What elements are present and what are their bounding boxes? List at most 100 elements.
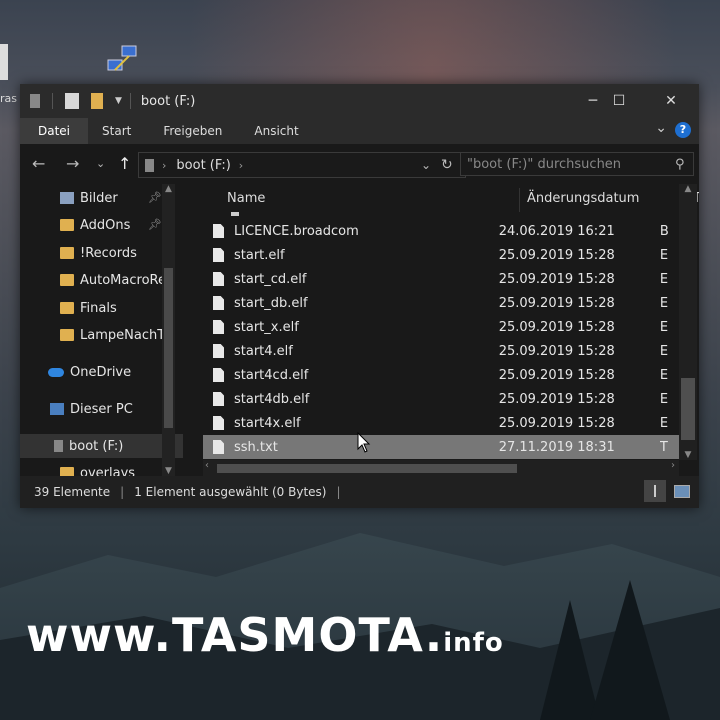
forward-icon[interactable]: → — [66, 154, 79, 173]
file-date: 25.09.2019 15:28 — [498, 415, 615, 431]
pin-icon[interactable]: 📌︎ — [148, 218, 162, 231]
close-button[interactable]: ✕ — [648, 84, 694, 118]
search-icon[interactable]: ⚲ — [675, 157, 685, 172]
table-row[interactable]: start.elf 25.09.2019 15:28 E — [203, 243, 679, 267]
folder-icon — [60, 219, 74, 231]
nav-scroll-up-icon[interactable]: ▲ — [162, 184, 175, 194]
vertical-scrollbar[interactable]: ▲ ▼ — [679, 184, 697, 460]
properties-icon[interactable] — [65, 93, 79, 109]
file-date: 25.09.2019 15:28 — [498, 391, 615, 407]
table-row[interactable]: start4db.elf 25.09.2019 15:28 E — [203, 387, 679, 411]
breadcrumb-chevron-icon[interactable]: › — [162, 159, 166, 172]
file-icon — [213, 320, 224, 334]
quick-access-separator — [52, 93, 53, 109]
table-row[interactable]: start_db.elf 25.09.2019 15:28 E — [203, 291, 679, 315]
file-icon — [213, 296, 224, 310]
tab-ansicht[interactable]: Ansicht — [236, 118, 312, 144]
maximize-button[interactable]: ☐ — [596, 84, 642, 118]
address-bar[interactable]: › boot (F:) › ⌄ ↻ — [138, 152, 466, 178]
nav-item-automacrorec[interactable]: AutoMacroRec — [60, 268, 170, 292]
folder-icon — [60, 247, 74, 259]
table-row-selected[interactable]: ssh.txt 27.11.2019 18:31 T — [203, 435, 679, 459]
file-icon — [213, 392, 224, 406]
nav-item-label: OneDrive — [70, 364, 132, 380]
file-list: ^ Name Änderungsdatum T LICENCE.broadcom… — [183, 184, 699, 476]
desktop-icon-label: ras — [0, 92, 17, 105]
address-dropdown-icon[interactable]: ⌄ — [421, 158, 431, 172]
nav-scroll-thumb[interactable] — [164, 268, 173, 428]
file-type: E — [659, 391, 669, 407]
recent-locations-icon[interactable]: ⌄ — [96, 157, 105, 170]
explorer-window[interactable]: ▼ boot (F:) ─ ☐ ✕ Datei Start Freigeben … — [20, 84, 699, 508]
breadcrumb-boot[interactable]: boot (F:) — [176, 158, 230, 173]
nav-item-boot[interactable]: boot (F:) — [20, 434, 183, 458]
file-name: LICENCE.broadcom — [234, 223, 359, 239]
file-icon — [213, 368, 224, 382]
nav-scroll-down-icon[interactable]: ▼ — [162, 466, 175, 476]
horizontal-scrollbar[interactable]: ‹ › — [203, 460, 679, 476]
scroll-down-icon[interactable]: ▼ — [679, 450, 697, 460]
table-row[interactable]: start4x.elf 25.09.2019 15:28 E — [203, 411, 679, 435]
pin-icon[interactable]: 📌︎ — [148, 191, 162, 204]
customize-toolbar-icon[interactable]: ▼ — [115, 96, 122, 106]
desktop-network-icon[interactable] — [100, 44, 140, 84]
file-type: B — [659, 223, 669, 239]
file-date: 25.09.2019 15:28 — [498, 319, 615, 335]
scroll-left-icon[interactable]: ‹ — [205, 460, 209, 471]
table-row[interactable]: start_x.elf 25.09.2019 15:28 E — [203, 315, 679, 339]
tab-start[interactable]: Start — [88, 118, 145, 144]
back-icon[interactable]: ← — [32, 154, 45, 173]
column-separator[interactable] — [519, 188, 520, 212]
file-date: 25.09.2019 15:28 — [498, 367, 615, 383]
file-icon — [213, 272, 224, 286]
breadcrumb-chevron-icon[interactable]: › — [239, 159, 243, 172]
nav-item-label: overlays — [80, 465, 136, 477]
table-row[interactable]: start_cd.elf 25.09.2019 15:28 E — [203, 267, 679, 291]
scroll-up-icon[interactable]: ▲ — [679, 184, 697, 194]
file-type: E — [659, 343, 669, 359]
scroll-thumb[interactable] — [681, 378, 695, 440]
file-name: start4cd.elf — [234, 367, 309, 383]
new-folder-icon[interactable] — [91, 93, 103, 109]
folder-icon — [60, 329, 74, 341]
nav-item-label: Bilder — [80, 190, 118, 206]
title-bar[interactable]: ▼ boot (F:) ─ ☐ ✕ — [20, 84, 699, 118]
folder-icon — [60, 274, 74, 286]
title-separator — [129, 93, 131, 109]
brand-suffix: info — [443, 628, 504, 658]
file-date: 25.09.2019 15:28 — [498, 343, 615, 359]
watermark-brand: www.TASMOTA.info — [26, 608, 504, 662]
search-input[interactable]: "boot (F:)" durchsuchen ⚲ — [460, 152, 694, 176]
h-scroll-thumb[interactable] — [217, 464, 517, 473]
file-type: E — [659, 319, 669, 335]
help-icon[interactable]: ? — [675, 122, 691, 138]
file-type: E — [659, 271, 669, 287]
nav-item-label: Dieser PC — [70, 401, 133, 417]
column-header-date[interactable]: Änderungsdatum — [527, 184, 639, 214]
scroll-right-icon[interactable]: › — [671, 460, 675, 471]
expand-ribbon-icon[interactable]: ⌄ — [655, 120, 667, 136]
ribbon-tabs: Datei Start Freigeben Ansicht — [20, 118, 699, 144]
desktop-file-icon[interactable] — [0, 44, 8, 80]
tab-datei[interactable]: Datei — [20, 118, 89, 144]
file-type: E — [659, 415, 669, 431]
file-name: start4x.elf — [234, 415, 301, 431]
nav-scrollbar[interactable]: ▲ ▼ — [162, 184, 175, 476]
column-header-name[interactable]: Name — [227, 184, 265, 214]
table-row[interactable]: start4.elf 25.09.2019 15:28 E — [203, 339, 679, 363]
window-title: boot (F:) — [140, 93, 196, 109]
table-row[interactable]: start4cd.elf 25.09.2019 15:28 E — [203, 363, 679, 387]
details-view-icon[interactable] — [644, 480, 666, 502]
table-row[interactable]: LICENCE.broadcom 24.06.2019 16:21 B — [203, 219, 679, 243]
drive-icon — [30, 94, 40, 108]
file-date: 25.09.2019 15:28 — [498, 271, 615, 287]
tab-freigeben[interactable]: Freigeben — [145, 118, 236, 144]
refresh-icon[interactable]: ↻ — [441, 157, 453, 173]
up-icon[interactable]: ↑ — [118, 154, 131, 173]
nav-item-label: LampeNachTag — [80, 327, 170, 343]
file-icon — [213, 416, 224, 430]
nav-item-lampenachtag[interactable]: LampeNachTag — [60, 323, 170, 347]
file-icon — [213, 344, 224, 358]
navigation-bar: ← → ⌄ ↑ › boot (F:) › ⌄ ↻ "boot (F:)" du… — [20, 144, 699, 184]
large-icons-view-icon[interactable] — [674, 485, 690, 498]
